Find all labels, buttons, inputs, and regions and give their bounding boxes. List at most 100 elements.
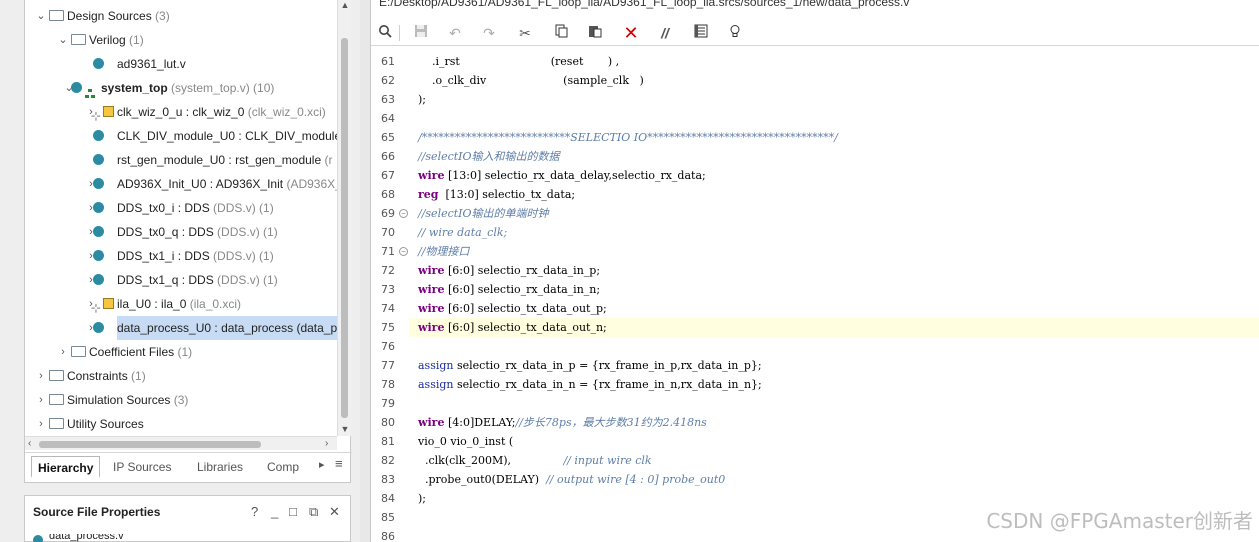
block-comment-icon[interactable] xyxy=(691,23,711,43)
redo-icon[interactable]: ↷ xyxy=(479,23,499,43)
chevron-right-icon[interactable]: › xyxy=(35,412,47,436)
tree-item[interactable]: › DDS_tx1_i : DDS (DDS.v) (1) xyxy=(25,244,337,268)
chevron-right-icon[interactable]: › xyxy=(35,364,47,388)
help-icon[interactable]: ? xyxy=(251,504,258,519)
tree-item-label: clk_wiz_0_u : clk_wiz_0 (clk_wiz_0.xci) xyxy=(117,105,326,119)
save-icon[interactable] xyxy=(411,23,431,43)
tree-item[interactable]: › ⊹ ila_U0 : ila_0 (ila_0.xci) xyxy=(25,292,337,316)
code-line[interactable]: //selectIO输出的单端时钟 xyxy=(409,204,1259,223)
tree-vertical-scrollbar[interactable]: ▲ ▼ xyxy=(337,0,351,436)
code-line[interactable] xyxy=(409,337,1259,356)
tree-item[interactable]: › DDS_tx0_q : DDS (DDS.v) (1) xyxy=(25,220,337,244)
code-line[interactable]: wire [6:0] selectio_rx_data_in_p; xyxy=(409,261,1259,280)
tab-hierarchy[interactable]: Hierarchy xyxy=(31,456,101,478)
restore-icon[interactable]: □ xyxy=(289,504,297,519)
tree-item[interactable]: ⌄ Design Sources (3) xyxy=(25,4,337,28)
scroll-right-icon[interactable]: › xyxy=(325,437,328,451)
code-line-text: assign selectio_rx_data_in_p = {rx_frame… xyxy=(418,359,762,372)
float-icon[interactable]: ⧉ xyxy=(309,504,318,520)
hscroll-thumb[interactable] xyxy=(39,441,261,448)
code-line[interactable]: wire [6:0] selectio_rx_data_in_n; xyxy=(409,280,1259,299)
code-line[interactable]: //selectIO输入和输出的数据 xyxy=(409,147,1259,166)
tab-libraries[interactable]: Libraries xyxy=(191,456,249,478)
lightbulb-icon[interactable] xyxy=(725,23,745,43)
code-line[interactable]: assign selectio_rx_data_in_p = {rx_frame… xyxy=(409,356,1259,375)
source-hierarchy-tree: ⌄ Design Sources (3) ⌄ Verilog (1) ad9361_lu… xyxy=(25,0,337,436)
tree-item-label: AD936X_Init_U0 : AD936X_Init (AD936X_ xyxy=(117,177,337,191)
delete-icon[interactable]: ✕ xyxy=(621,23,641,43)
folder-icon xyxy=(71,34,86,45)
tree-item[interactable]: › DDS_tx1_q : DDS (DDS.v) (1) xyxy=(25,268,337,292)
tab-ip-sources[interactable]: IP Sources xyxy=(107,456,177,478)
code-editor: E:/Desktop/AD9361/AD9361_FL_loop_ila/AD9… xyxy=(370,0,1259,542)
tree-item[interactable]: ⌄ system_top (system_top.v) (10) xyxy=(25,76,337,100)
file-path-bar: E:/Desktop/AD9361/AD9361_FL_loop_ila/AD9… xyxy=(371,0,1259,14)
fold-toggle-icon[interactable]: − xyxy=(399,209,408,218)
tree-item[interactable]: CLK_DIV_module_U0 : CLK_DIV_module xyxy=(25,124,337,148)
code-line[interactable] xyxy=(409,394,1259,413)
tab-compile-order[interactable]: Comp xyxy=(261,456,305,478)
tree-item[interactable]: rst_gen_module_U0 : rst_gen_module (r xyxy=(25,148,337,172)
line-number: 64 xyxy=(381,112,395,125)
code-line[interactable]: .clk(clk_200M), // input wire clk xyxy=(409,451,1259,470)
source-file-icon xyxy=(93,130,104,141)
scroll-up-icon[interactable]: ▲ xyxy=(338,0,352,10)
chevron-down-icon[interactable]: ⌄ xyxy=(57,28,69,52)
code-line[interactable]: vio_0 vio_0_inst ( xyxy=(409,432,1259,451)
code-line[interactable]: wire [4:0]DELAY;//步长78ps，最大步数31约为2.418ns xyxy=(409,413,1259,432)
fold-toggle-icon[interactable]: − xyxy=(399,247,408,256)
chevron-right-icon[interactable]: › xyxy=(57,340,69,364)
tree-item[interactable]: › ⊹ clk_wiz_0_u : clk_wiz_0 (clk_wiz_0.xci… xyxy=(25,100,337,124)
watermark: CSDN @FPGAmaster创新者 xyxy=(986,509,1253,533)
code-line[interactable]: wire [6:0] selectio_tx_data_out_p; xyxy=(409,299,1259,318)
scroll-left-icon[interactable]: ‹ xyxy=(28,437,31,451)
paste-icon[interactable] xyxy=(585,23,605,43)
code-line[interactable]: .probe_out0(DELAY) // output wire [4 : 0… xyxy=(409,470,1259,489)
code-line[interactable]: ); xyxy=(409,90,1259,109)
close-icon[interactable]: ✕ xyxy=(329,504,340,520)
code-line[interactable]: //物理接口 xyxy=(409,242,1259,261)
line-number-gutter: 61 62 63 64 65 66 67 68 69−70 71−72 73 74 75 76 77 78 79… xyxy=(371,50,409,542)
code-line-text: assign selectio_rx_data_in_n = {rx_frame… xyxy=(418,378,762,391)
tabs-menu-icon[interactable]: ≡ xyxy=(335,456,343,471)
source-file-icon xyxy=(93,178,104,189)
source-file-icon xyxy=(93,322,104,333)
chevron-down-icon[interactable]: ⌄ xyxy=(35,4,47,28)
code-line[interactable]: // wire data_clk; xyxy=(409,223,1259,242)
code-line[interactable]: /***************************SELECTIO IO*… xyxy=(409,128,1259,147)
tree-horizontal-scrollbar[interactable]: ‹ › xyxy=(25,436,337,450)
code-line[interactable]: reg [13:0] selectio_tx_data; xyxy=(409,185,1259,204)
scroll-thumb[interactable] xyxy=(341,38,348,418)
tree-item[interactable]: › data_process_U0 : data_process (data_p xyxy=(25,316,337,340)
scroll-down-icon[interactable]: ▼ xyxy=(338,424,352,434)
code-line[interactable]: wire [6:0] selectio_tx_data_out_n; xyxy=(409,318,1259,337)
tree-item-label: DDS_tx1_i : DDS (DDS.v) (1) xyxy=(117,249,274,263)
minimize-icon[interactable]: _ xyxy=(271,504,278,519)
source-file-properties-pane: Source File Properties ? _ □ ⧉ ✕ data_pr… xyxy=(24,495,351,542)
tree-item[interactable]: › AD936X_Init_U0 : AD936X_Init (AD936X_ xyxy=(25,172,337,196)
tree-item[interactable]: › Utility Sources xyxy=(25,412,337,436)
code-line[interactable]: .o_clk_div (sample_clk ) xyxy=(409,71,1259,90)
line-number: 61 xyxy=(381,55,395,68)
cut-icon[interactable]: ✂ xyxy=(515,23,535,43)
tree-item[interactable]: › DDS_tx0_i : DDS (DDS.v) (1) xyxy=(25,196,337,220)
comment-toggle-icon[interactable]: // xyxy=(655,23,675,43)
tree-item[interactable]: › Simulation Sources (3) xyxy=(25,388,337,412)
search-icon[interactable] xyxy=(375,23,395,43)
code-line[interactable] xyxy=(409,109,1259,128)
tree-item[interactable]: ad9361_lut.v xyxy=(25,52,337,76)
code-line[interactable]: .i_rst (reset ) , xyxy=(409,52,1259,71)
code-line[interactable]: assign selectio_rx_data_in_n = {rx_frame… xyxy=(409,375,1259,394)
copy-icon[interactable] xyxy=(551,23,571,43)
tree-item[interactable]: › Constraints (1) xyxy=(25,364,337,388)
code-line-text: wire [6:0] selectio_rx_data_in_n; xyxy=(418,283,601,296)
chevron-right-icon[interactable]: › xyxy=(35,388,47,412)
code-area[interactable]: .i_rst (reset ) , .o_clk_div (sample_clk… xyxy=(409,50,1259,542)
tabs-more-icon[interactable]: ▸ xyxy=(319,458,325,471)
undo-icon[interactable]: ↶ xyxy=(445,23,465,43)
tree-item[interactable]: › Coefficient Files (1) xyxy=(25,340,337,364)
tree-item[interactable]: ⌄ Verilog (1) xyxy=(25,28,337,52)
editor-toolbar: ↶ ↷ ✂ ✕ // xyxy=(371,20,1259,46)
line-number: 67 xyxy=(381,169,395,182)
code-line[interactable]: wire [13:0] selectio_rx_data_delay,selec… xyxy=(409,166,1259,185)
